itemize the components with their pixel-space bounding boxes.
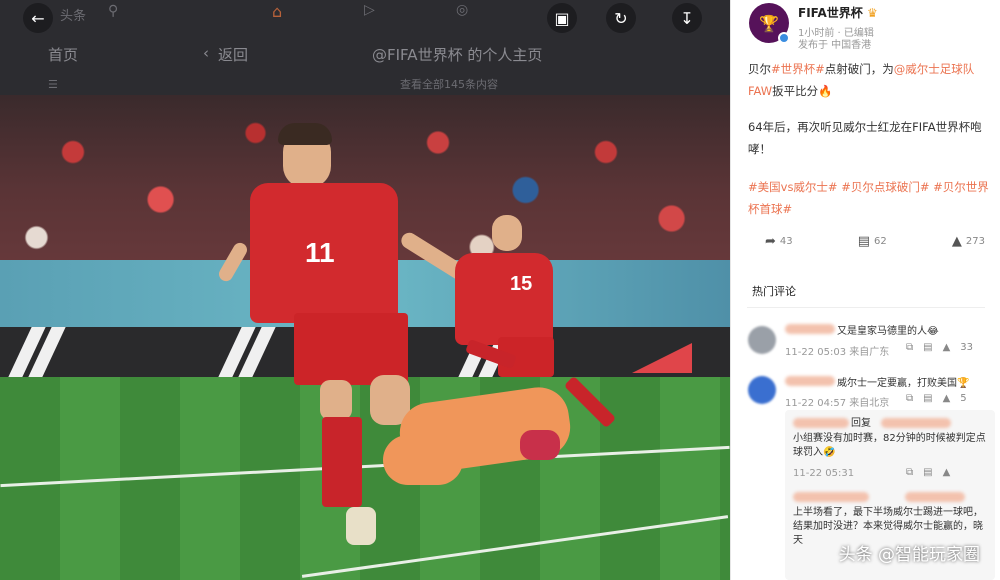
share-count: 43: [779, 236, 793, 247]
share-icon[interactable]: ⧉: [906, 467, 913, 478]
video-icon: ▷: [364, 2, 375, 18]
rotate-icon[interactable]: ↻: [606, 3, 636, 33]
fullscreen-icon[interactable]: ▣: [547, 3, 577, 33]
reply-time: 11-22 05:31: [793, 468, 855, 479]
blurred-username: [785, 324, 835, 334]
like-icon[interactable]: ▲: [943, 467, 951, 478]
home-icon: ⌂: [272, 2, 283, 21]
ghost-menu-icon: ☰: [48, 78, 58, 91]
like-count: 273: [965, 236, 985, 247]
goalkeeper-legs: [383, 435, 463, 485]
watermark: 头条 @智能玩家圈: [838, 545, 980, 565]
account-name[interactable]: FIFA世界杯 ♛: [798, 4, 878, 21]
blurred-username: [793, 492, 869, 502]
comment-text: 威尔士一定要赢，打败美国🏆: [837, 378, 970, 389]
post-text: 点射破门，为: [824, 62, 894, 76]
post-location: 发布于 中国香港: [798, 40, 872, 51]
reply-prefix: 回复: [851, 418, 871, 429]
trophy-icon: 🏆: [759, 13, 779, 33]
ghost-profile-title: @FIFA世界杯 的个人主页: [372, 46, 543, 64]
blurred-username: [785, 376, 835, 386]
shirt-number: 15: [510, 273, 533, 295]
comment-time: 11-22 05:03 来自广东: [785, 347, 890, 358]
player-shirt: [455, 253, 553, 345]
shirt-number: 11: [305, 237, 335, 268]
blurred-username: [793, 418, 849, 428]
player-leg: [320, 380, 352, 420]
post-actions: ➦ 43 ▤ 62 ▲ 273: [765, 234, 985, 249]
reply-icon[interactable]: ▤: [923, 342, 932, 353]
comment-text: 又是皇家马德里的人😂: [837, 326, 939, 337]
blurred-username: [881, 418, 951, 428]
share-icon: ➦: [765, 234, 776, 249]
post-hashtags[interactable]: #美国vs威尔士# #贝尔点球破门# #贝尔世界杯首球#: [748, 176, 994, 220]
post-line2: 64年后，再次听见威尔士红龙在FIFA世界杯咆哮！: [748, 120, 982, 156]
comment-time: 11-22 04:57 来自北京: [785, 398, 890, 409]
site-logo: 头条: [60, 9, 87, 24]
player-hair: [278, 123, 332, 145]
post-text: 扳平比分🔥: [772, 84, 833, 98]
comment-count: 62: [874, 236, 887, 247]
comment-like-count: 5: [960, 393, 967, 404]
reply-icon[interactable]: ▤: [923, 467, 932, 478]
comment-like-count: 33: [960, 342, 974, 353]
hashtag-link[interactable]: #世界杯#: [771, 62, 825, 76]
ghost-nav-home: 首页: [48, 46, 79, 64]
commenter-avatar[interactable]: [748, 376, 776, 404]
comment-icon: ▤: [857, 234, 871, 249]
match-photo: 11 15: [0, 95, 730, 580]
post-text: 贝尔: [748, 62, 771, 76]
reply-icon[interactable]: ▤: [923, 393, 932, 404]
ghost-back-label: 返回: [218, 46, 249, 64]
share-icon[interactable]: ⧉: [906, 393, 913, 404]
like-button[interactable]: ▲ 273: [952, 234, 985, 249]
like-icon[interactable]: ▲: [943, 393, 951, 404]
ghost-subtitle: 查看全部145条内容: [400, 78, 498, 91]
viewer-topbar: ← 头条 ⚲ ⌂ ▷ ◎ ▣ ↻ ↧ 首页 ‹ 返回 @FIFA世界杯 的个人主…: [0, 0, 730, 95]
media-viewer: ← 头条 ⚲ ⌂ ▷ ◎ ▣ ↻ ↧ 首页 ‹ 返回 @FIFA世界杯 的个人主…: [0, 0, 730, 580]
player-boot: [346, 507, 376, 545]
ghost-back-icon: ‹: [203, 44, 209, 62]
watch-icon: ◎: [456, 2, 469, 18]
search-icon: ⚲: [108, 3, 119, 19]
player-sock: [322, 417, 362, 507]
comment-actions: ⧉ ▤ ▲ 5: [906, 393, 967, 404]
like-icon: ▲: [951, 234, 962, 249]
reply-actions: ⧉ ▤ ▲: [906, 467, 950, 478]
verified-badge-icon: [778, 32, 790, 44]
divider: [747, 307, 985, 308]
comment-button[interactable]: ▤ 62: [858, 234, 887, 249]
reply-text: 小组赛没有加时赛，82分钟的时候被判定点球罚入🤣: [793, 433, 986, 458]
blurred-username: [905, 492, 965, 502]
player-head: [492, 215, 522, 251]
back-arrow-icon[interactable]: ←: [23, 3, 53, 33]
crown-icon: ♛: [866, 6, 878, 20]
post-line1: 贝尔#世界杯#点射破门，为@威尔士足球队FAW扳平比分🔥: [748, 58, 994, 102]
hot-comments-title: 热门评论: [752, 285, 796, 298]
share-icon[interactable]: ⧉: [906, 342, 913, 353]
commenter-avatar[interactable]: [748, 326, 776, 354]
like-icon[interactable]: ▲: [943, 342, 951, 353]
download-icon[interactable]: ↧: [672, 3, 702, 33]
share-button[interactable]: ➦ 43: [765, 234, 793, 249]
comment-actions: ⧉ ▤ ▲ 33: [906, 342, 973, 353]
goalkeeper-gloves: [520, 430, 560, 460]
post-panel: 🏆 FIFA世界杯 ♛ 1小时前 · 已编辑 发布于 中国香港 贝尔#世界杯#点…: [730, 0, 1000, 580]
